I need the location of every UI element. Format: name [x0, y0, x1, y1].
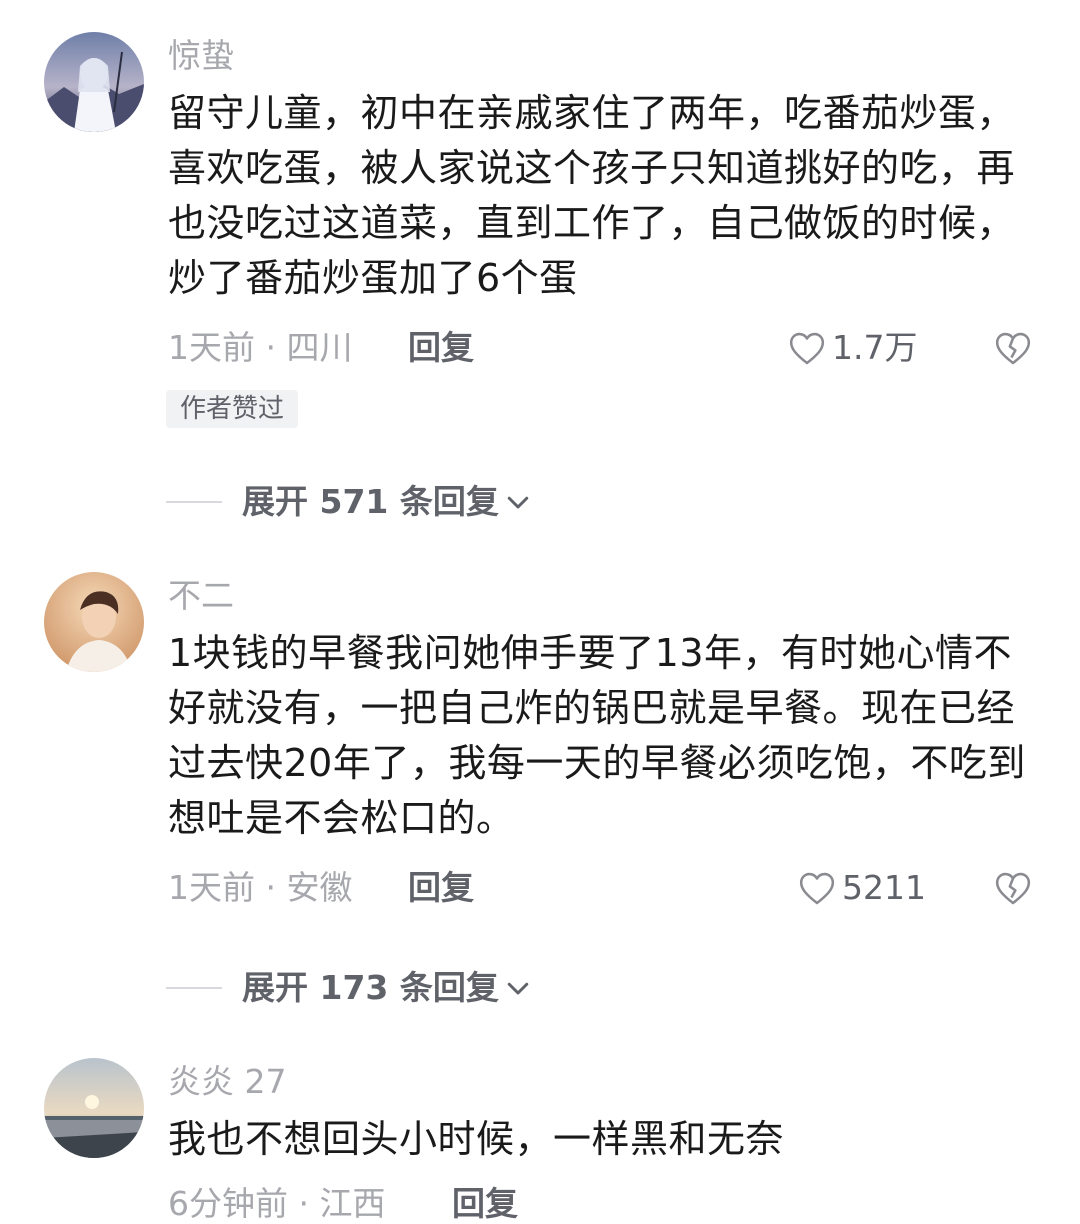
comment-meta: 6分钟前 · 江西	[168, 1184, 386, 1223]
expand-replies-button[interactable]: 展开 173 条回复	[166, 968, 533, 1008]
like-button[interactable]: 1.7万	[788, 328, 917, 368]
expand-replies-label: 展开 571 条回复	[242, 482, 499, 521]
author-liked-badge: 作者赞过	[166, 390, 299, 428]
comment-item: 惊蛰 留守儿童，初中在亲戚家住了两年，吃番茄炒蛋，喜欢吃蛋，被人家说这个孩子只知…	[0, 0, 1080, 540]
heart-outline-icon	[799, 872, 835, 905]
comment-content: 我也不想回头小时候，一样黑和无奈	[168, 1117, 785, 1161]
divider	[166, 987, 222, 989]
dislike-button[interactable]	[994, 870, 1032, 910]
comment-meta: 1天前 · 安徽	[168, 868, 353, 907]
heart-outline-icon	[789, 332, 825, 365]
reply-button[interactable]: 回复	[452, 1184, 518, 1224]
comment-username[interactable]: 不二	[168, 576, 234, 616]
comment-username[interactable]: 炎炎 27	[168, 1062, 286, 1102]
chevron-down-icon	[507, 496, 529, 509]
chevron-down-icon	[507, 982, 529, 995]
like-count: 1.7万	[832, 328, 918, 367]
divider	[166, 501, 222, 503]
comment-username[interactable]: 惊蛰	[168, 36, 234, 76]
comment-content: 留守儿童，初中在亲戚家住了两年，吃番茄炒蛋，喜欢吃蛋，被人家说这个孩子只知道挑好…	[168, 91, 1016, 300]
reply-button[interactable]: 回复	[408, 328, 474, 368]
comment-meta: 1天前 · 四川	[168, 328, 353, 367]
avatar[interactable]	[44, 32, 144, 132]
broken-heart-icon	[995, 872, 1031, 905]
avatar[interactable]	[44, 572, 144, 672]
comment-item: 炎炎 27 我也不想回头小时候，一样黑和无奈 6分钟前 · 江西 回复	[0, 1026, 1080, 1224]
comment-content: 1块钱的早餐我问她伸手要了13年，有时她心情不好就没有，一把自己炸的锅巴就是早餐…	[168, 631, 1026, 840]
expand-replies-label: 展开 173 条回复	[242, 968, 499, 1007]
broken-heart-icon	[995, 332, 1031, 365]
comment-item: 不二 1块钱的早餐我问她伸手要了13年，有时她心情不好就没有，一把自己炸的锅巴就…	[0, 540, 1080, 1040]
like-count: 5211	[842, 868, 926, 907]
expand-replies-button[interactable]: 展开 571 条回复	[166, 482, 533, 522]
reply-button[interactable]: 回复	[408, 868, 474, 908]
like-button[interactable]: 5211	[798, 868, 926, 908]
avatar[interactable]	[44, 1058, 144, 1158]
dislike-button[interactable]	[994, 330, 1032, 370]
